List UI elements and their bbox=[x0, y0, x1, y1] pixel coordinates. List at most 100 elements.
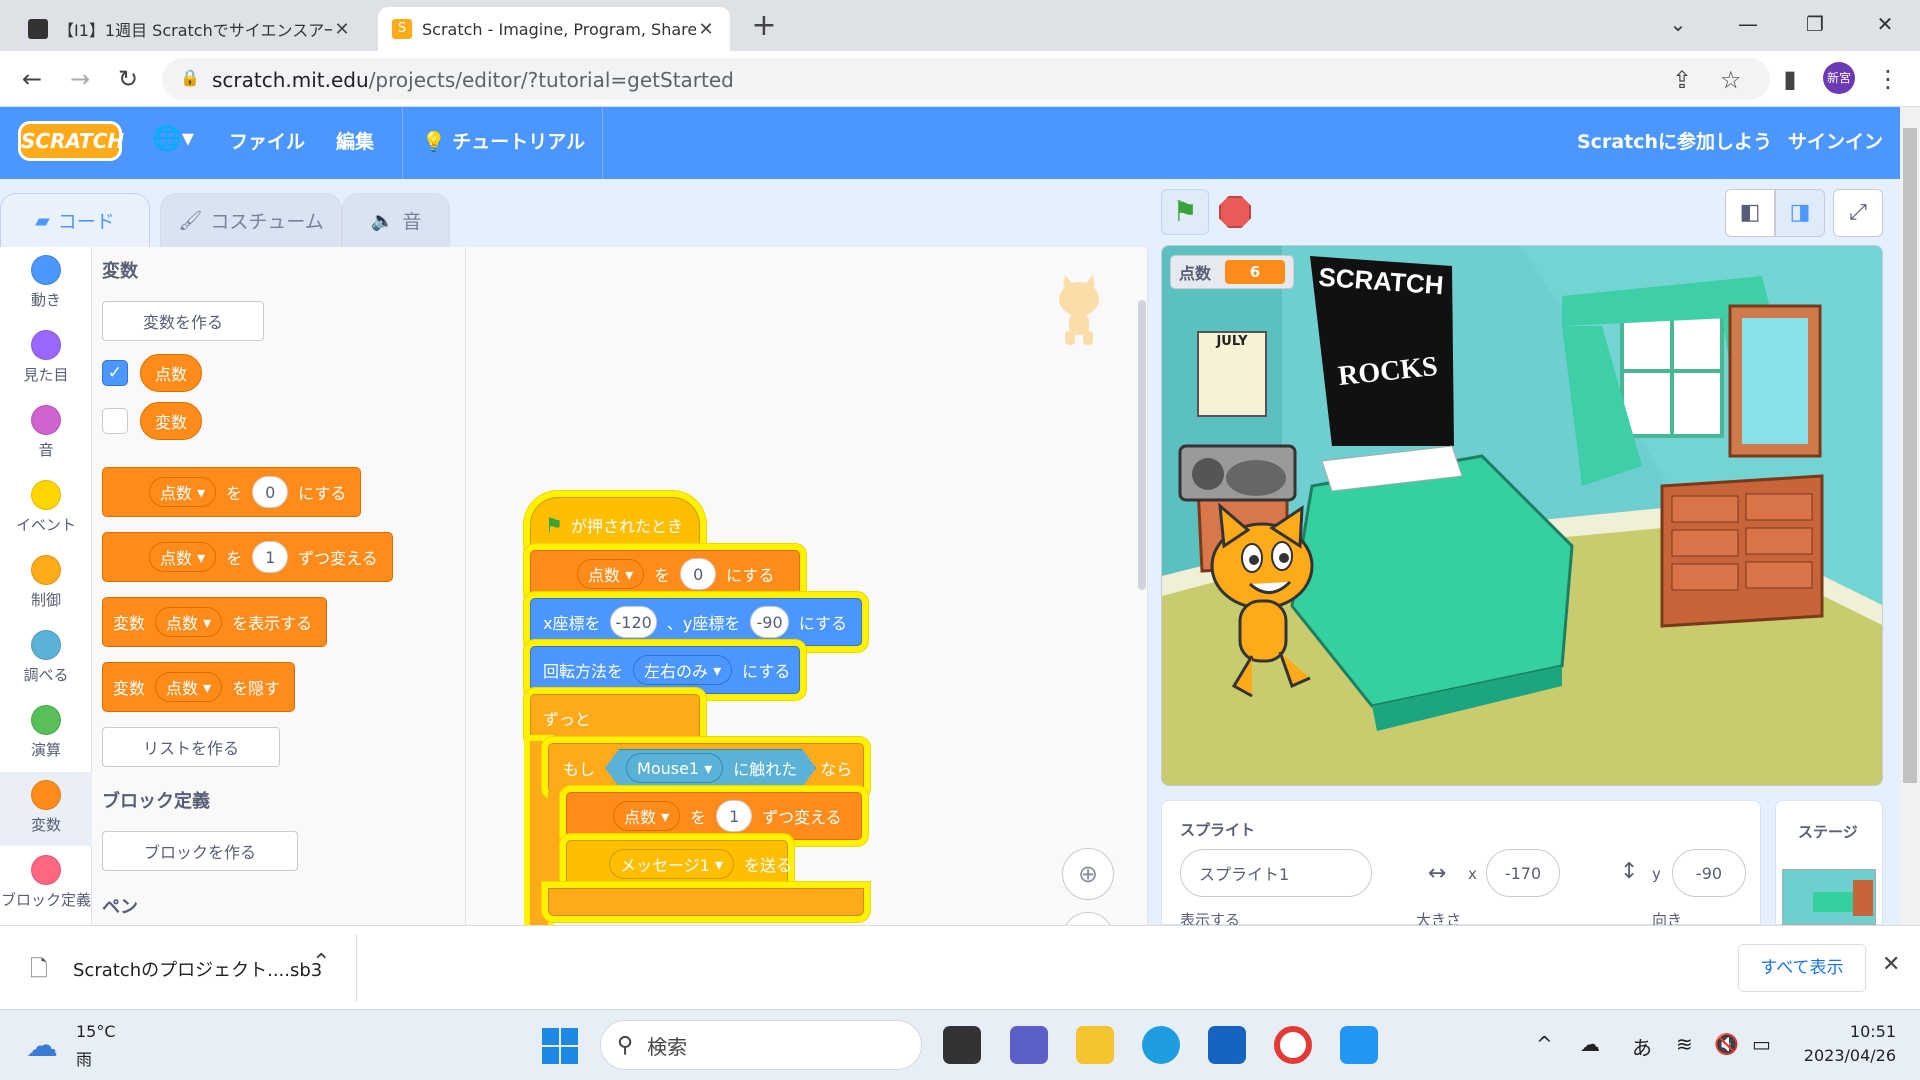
new-tab-button[interactable]: + bbox=[748, 8, 780, 43]
variable-dropdown[interactable]: 点数 ▾ bbox=[149, 542, 217, 572]
address-bar[interactable]: 🔒 scratch.mit.edu/projects/editor/?tutor… bbox=[162, 58, 1770, 100]
url-text[interactable]: scratch.mit.edu/projects/editor/?tutoria… bbox=[212, 68, 734, 92]
go-to-xy-block[interactable]: x座標を -120 、y座標を -90 にする bbox=[530, 598, 862, 646]
change-score-block[interactable]: 点数 ▾ を 1 ずつ変える bbox=[566, 792, 862, 840]
variable-monitor-score[interactable]: 点数 6 bbox=[1170, 255, 1295, 289]
value-input[interactable]: 1 bbox=[252, 541, 289, 573]
task-view-icon[interactable] bbox=[943, 1026, 981, 1064]
make-list-button[interactable]: リストを作る bbox=[102, 727, 280, 767]
category-events[interactable]: イベント bbox=[0, 472, 92, 546]
file-explorer-icon[interactable] bbox=[1076, 1026, 1114, 1064]
bookmark-star-icon[interactable]: ☆ bbox=[1720, 66, 1742, 94]
clock-date[interactable]: 2023/04/26 bbox=[1796, 1046, 1896, 1065]
category-sound[interactable]: 音 bbox=[0, 397, 92, 471]
variable-var-checkbox[interactable] bbox=[102, 408, 128, 434]
tab-close-icon[interactable]: ✕ bbox=[332, 19, 352, 40]
wifi-icon[interactable]: ≋ bbox=[1676, 1032, 1693, 1056]
make-block-button[interactable]: ブロックを作る bbox=[102, 831, 298, 871]
change-variable-block[interactable]: 点数 ▾ を 1 ずつ変える bbox=[102, 532, 393, 582]
fullscreen-icon[interactable]: ⤢ bbox=[1833, 189, 1883, 237]
side-panel-icon[interactable]: ▮ bbox=[1774, 63, 1806, 95]
chevron-up-icon[interactable]: ⌃ bbox=[312, 950, 330, 975]
tab-search-chevron-icon[interactable]: ⌄ bbox=[1648, 6, 1708, 42]
rotation-style-dropdown[interactable]: 左右のみ ▾ bbox=[633, 655, 733, 685]
variable-dropdown[interactable]: 点数 ▾ bbox=[155, 672, 223, 702]
chrome-menu-icon[interactable]: ⋮ bbox=[1872, 63, 1904, 95]
onedrive-icon[interactable]: ☁ bbox=[1580, 1032, 1600, 1056]
profile-avatar[interactable]: 新宮 bbox=[1823, 62, 1855, 94]
stage-selector[interactable]: ステージ bbox=[1775, 800, 1883, 925]
tab-close-icon[interactable]: ✕ bbox=[696, 19, 716, 40]
download-item[interactable]: Scratchのプロジェクト....sb3 bbox=[73, 956, 322, 982]
green-flag-button[interactable]: ⚑ bbox=[1161, 189, 1209, 235]
script-area[interactable]: ⚑ が押されたとき 点数 ▾ を 0 にする x座標を -120 、y座標を -… bbox=[466, 247, 1148, 925]
share-icon[interactable]: ⇪ bbox=[1672, 66, 1692, 94]
category-looks[interactable]: 見た目 bbox=[0, 322, 92, 396]
volume-muted-icon[interactable]: 🔇 bbox=[1714, 1032, 1739, 1056]
tab-sounds[interactable]: 🔈 音 bbox=[342, 193, 450, 247]
stop-button[interactable] bbox=[1211, 189, 1259, 235]
windows-start-icon[interactable] bbox=[542, 1028, 578, 1064]
value-input[interactable]: 1 bbox=[716, 800, 753, 832]
menu-edit[interactable]: 編集 bbox=[336, 127, 374, 154]
variable-dropdown[interactable]: 点数 ▾ bbox=[149, 477, 217, 507]
when-flag-clicked-hat-block[interactable]: ⚑ が押されたとき bbox=[530, 497, 700, 553]
ime-indicator[interactable]: あ bbox=[1632, 1032, 1652, 1061]
variable-var-reporter[interactable]: 変数 bbox=[140, 402, 203, 440]
make-variable-button[interactable]: 変数を作る bbox=[102, 301, 264, 341]
show-variable-block[interactable]: 変数 点数 ▾ を表示する bbox=[102, 597, 328, 647]
y-position-input[interactable]: -90 bbox=[1672, 849, 1746, 897]
browser-tab-scratch[interactable]: S Scratch - Imagine, Program, Share ✕ bbox=[378, 7, 730, 51]
category-operators[interactable]: 演算 bbox=[0, 697, 92, 771]
close-download-bar-icon[interactable]: ✕ bbox=[1882, 952, 1900, 977]
value-input[interactable]: 0 bbox=[252, 476, 289, 508]
stage-canvas[interactable]: SCRATCH ROCKS JULY bbox=[1161, 245, 1883, 786]
y-input[interactable]: -90 bbox=[750, 606, 789, 638]
script-area-scrollbar[interactable] bbox=[1138, 300, 1146, 590]
x-position-input[interactable]: -170 bbox=[1486, 849, 1560, 897]
set-score-block[interactable]: 点数 ▾ を 0 にする bbox=[530, 550, 800, 598]
broadcast-block[interactable]: メッセージ1 ▾ を送る bbox=[566, 840, 792, 888]
normal-stage-button[interactable]: ◨ bbox=[1775, 189, 1825, 237]
zoom-in-button[interactable]: ⊕ bbox=[1062, 848, 1114, 900]
tray-overflow-icon[interactable]: ^ bbox=[1536, 1032, 1553, 1056]
sprite-name-input[interactable]: スプライト1 bbox=[1180, 849, 1372, 897]
variable-score-reporter[interactable]: 点数 bbox=[140, 354, 203, 392]
show-all-downloads-button[interactable]: すべて表示 bbox=[1738, 944, 1866, 992]
tab-costumes[interactable]: 🖌 コスチューム bbox=[160, 193, 342, 247]
close-window-icon[interactable]: ✕ bbox=[1855, 6, 1915, 42]
restore-icon[interactable]: ❐ bbox=[1785, 6, 1845, 42]
touching-sensing-block[interactable]: Mouse1 ▾ に触れた bbox=[605, 749, 816, 787]
chrome-icon[interactable] bbox=[1274, 1026, 1312, 1064]
teams-chat-icon[interactable] bbox=[1010, 1026, 1048, 1064]
variable-dropdown[interactable]: 点数 ▾ bbox=[613, 801, 681, 831]
if-then-block[interactable]: もし Mouse1 ▾ に触れた なら bbox=[548, 743, 864, 793]
stage-thumbnail[interactable] bbox=[1782, 869, 1876, 925]
store-icon[interactable] bbox=[1208, 1026, 1246, 1064]
message-dropdown[interactable]: メッセージ1 ▾ bbox=[609, 849, 734, 879]
menu-tutorial[interactable]: 💡 チュートリアル bbox=[422, 127, 585, 154]
clock-time[interactable]: 10:51 bbox=[1820, 1022, 1896, 1041]
minimize-icon[interactable]: — bbox=[1718, 6, 1778, 42]
variable-dropdown[interactable]: 点数 ▾ bbox=[155, 607, 223, 637]
join-scratch-link[interactable]: Scratchに参加しよう bbox=[1577, 127, 1772, 154]
weather-icon[interactable]: ☁ bbox=[26, 1026, 58, 1064]
browser-tab-classroom[interactable]: 【I1】1週目 Scratchでサイエンスアート ✕ bbox=[14, 7, 366, 51]
back-icon[interactable]: ← bbox=[16, 63, 48, 95]
variable-dropdown[interactable]: 点数 ▾ bbox=[577, 559, 645, 589]
category-my-blocks[interactable]: ブロック定義 bbox=[0, 847, 92, 921]
value-input[interactable]: 0 bbox=[680, 558, 717, 590]
tab-code[interactable]: ▰ コード bbox=[0, 193, 150, 247]
category-control[interactable]: 制御 bbox=[0, 547, 92, 621]
scratch-logo[interactable]: SCRATCH bbox=[18, 121, 124, 161]
category-motion[interactable]: 動き bbox=[0, 247, 92, 321]
small-stage-button[interactable]: ◧ bbox=[1725, 189, 1775, 237]
menu-file[interactable]: ファイル bbox=[229, 127, 305, 154]
zoom-out-button[interactable]: ⊖ bbox=[1062, 912, 1114, 925]
set-variable-block[interactable]: 点数 ▾ を 0 にする bbox=[102, 467, 362, 517]
set-rotation-style-block[interactable]: 回転方法を 左右のみ ▾ にする bbox=[530, 646, 800, 694]
taskbar-search[interactable]: ⚲ 検索 bbox=[600, 1020, 922, 1070]
category-sensing[interactable]: 調べる bbox=[0, 622, 92, 696]
hide-variable-block[interactable]: 変数 点数 ▾ を隠す bbox=[102, 662, 296, 712]
variable-score-checkbox[interactable]: ✓ bbox=[102, 360, 128, 386]
